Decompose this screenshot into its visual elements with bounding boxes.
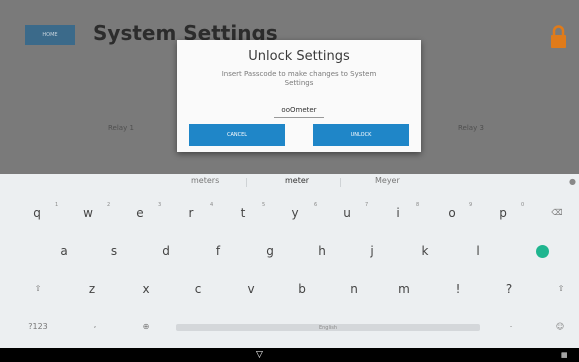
- navigation-bar: ▽ ▦: [0, 348, 579, 362]
- dialog-message: Insert Passcode to make changes to Syste…: [221, 70, 377, 87]
- suggestion-divider: [246, 178, 247, 187]
- enter-icon[interactable]: [536, 245, 549, 258]
- dialog-title: Unlock Settings: [248, 49, 350, 64]
- key-j[interactable]: j: [370, 244, 373, 258]
- key-hint: 1: [55, 202, 59, 208]
- home-button[interactable]: HOME: [25, 25, 75, 45]
- key-y[interactable]: y: [291, 206, 298, 220]
- key-hint: 5: [262, 202, 266, 208]
- emoji-icon[interactable]: ☺: [556, 322, 564, 331]
- key-comma[interactable]: ,: [94, 320, 97, 329]
- key-v[interactable]: v: [247, 282, 254, 296]
- symbols-key[interactable]: ?123: [28, 322, 48, 331]
- unlock-dialog: Unlock Settings Insert Passcode to make …: [177, 40, 421, 152]
- shift-icon[interactable]: ⇧: [35, 284, 42, 293]
- backspace-icon[interactable]: ⌫: [551, 208, 562, 217]
- key-d[interactable]: d: [162, 244, 170, 258]
- key-o[interactable]: o: [448, 206, 455, 220]
- suggestion-strip: meters meter Meyer ●: [0, 174, 579, 190]
- suggestion-right[interactable]: Meyer: [375, 176, 400, 185]
- key-hint: 9: [469, 202, 473, 208]
- key-hint: 8: [416, 202, 420, 208]
- key-e[interactable]: e: [136, 206, 143, 220]
- key-hint: 2: [107, 202, 111, 208]
- key-k[interactable]: k: [422, 244, 429, 258]
- relay-3-label: Relay 3: [458, 124, 484, 132]
- lock-icon[interactable]: [550, 25, 567, 49]
- key-hint: 3: [158, 202, 162, 208]
- unlock-button[interactable]: UNLOCK: [313, 124, 409, 146]
- key-l[interactable]: l: [476, 244, 479, 258]
- shift-icon[interactable]: ⇧: [558, 284, 565, 293]
- space-bar[interactable]: English: [176, 324, 480, 331]
- key-question[interactable]: ?: [506, 282, 512, 296]
- key-i[interactable]: i: [396, 206, 399, 220]
- suggestion-center[interactable]: meter: [285, 176, 309, 185]
- key-f[interactable]: f: [216, 244, 220, 258]
- key-r[interactable]: r: [189, 206, 194, 220]
- key-n[interactable]: n: [350, 282, 358, 296]
- key-t[interactable]: t: [241, 206, 246, 220]
- key-period[interactable]: .: [510, 320, 513, 329]
- suggestion-divider: [340, 178, 341, 187]
- key-b[interactable]: b: [298, 282, 306, 296]
- suggestion-left[interactable]: meters: [191, 176, 219, 185]
- back-icon[interactable]: ▽: [256, 350, 263, 360]
- key-u[interactable]: u: [343, 206, 351, 220]
- key-a[interactable]: a: [60, 244, 67, 258]
- key-z[interactable]: z: [89, 282, 95, 296]
- keyboard-switch-icon[interactable]: ▦: [561, 351, 568, 359]
- key-exclamation[interactable]: !: [456, 282, 461, 296]
- key-x[interactable]: x: [142, 282, 149, 296]
- key-q[interactable]: q: [33, 206, 41, 220]
- key-hint: 6: [314, 202, 318, 208]
- key-s[interactable]: s: [111, 244, 117, 258]
- passcode-input[interactable]: ooOmeter: [274, 106, 324, 118]
- key-hint: 4: [210, 202, 214, 208]
- screen: HOME System Settings Relay 1 Relay 3 Unl…: [0, 0, 579, 362]
- key-g[interactable]: g: [266, 244, 274, 258]
- cancel-button[interactable]: CANCEL: [189, 124, 285, 146]
- mic-icon[interactable]: ●: [569, 177, 576, 186]
- relay-1-label: Relay 1: [108, 124, 134, 132]
- globe-icon[interactable]: ⊕: [143, 322, 150, 331]
- key-h[interactable]: h: [318, 244, 326, 258]
- key-hint: 0: [521, 202, 525, 208]
- key-m[interactable]: m: [398, 282, 410, 296]
- key-w[interactable]: w: [83, 206, 93, 220]
- key-p[interactable]: p: [499, 206, 507, 220]
- soft-keyboard: meters meter Meyer ● q w e r t y u i o p…: [0, 174, 579, 348]
- key-hint: 7: [365, 202, 369, 208]
- key-c[interactable]: c: [195, 282, 202, 296]
